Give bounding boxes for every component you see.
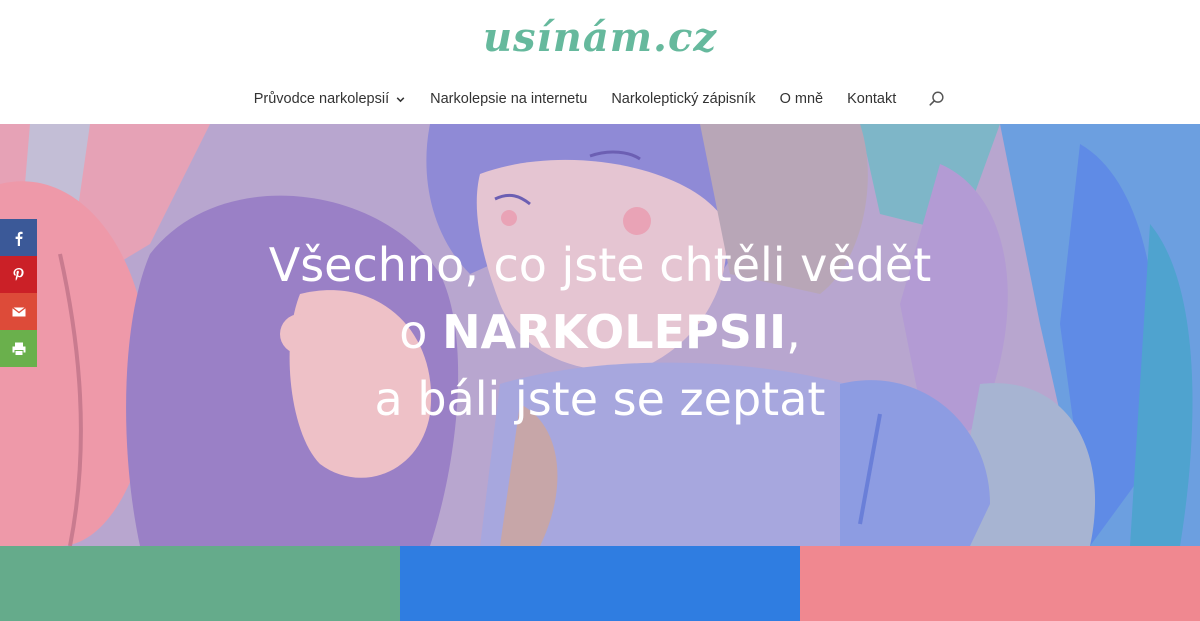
print-share-button[interactable] — [0, 330, 37, 367]
search-icon[interactable] — [928, 90, 946, 108]
site-logo[interactable]: usínám.cz — [0, 14, 1200, 61]
hero-line-3: a báli jste se zeptat — [374, 372, 826, 426]
nav-item-label: Narkolepsie na internetu — [430, 91, 588, 107]
hero-line-1: Všechno, co jste chtěli vědět — [268, 238, 932, 292]
feature-block-green[interactable] — [0, 546, 400, 621]
nav-item-zapisnik[interactable]: Narkoleptický zápisník — [611, 91, 755, 107]
feature-blocks — [0, 546, 1200, 621]
hero-line-2-bold: NARKOLEPSII — [442, 305, 787, 359]
nav-item-label: Průvodce narkolepsií — [253, 91, 390, 107]
hero-section: Všechno, co jste chtěli vědět o NARKOLEP… — [0, 124, 1200, 546]
hero-line-2-suffix: , — [786, 305, 801, 359]
hero-line-2: o NARKOLEPSII, — [0, 299, 1200, 366]
facebook-share-button[interactable] — [0, 219, 37, 256]
nav-item-label: Narkoleptický zápisník — [611, 91, 756, 107]
site-header: usínám.cz Průvodce narkolepsií Narkoleps… — [0, 0, 1200, 124]
social-share-bar — [0, 219, 37, 367]
hero-line-2-prefix: o — [399, 305, 443, 359]
email-icon — [11, 306, 26, 316]
feature-block-blue[interactable] — [400, 546, 800, 621]
pinterest-icon — [13, 267, 24, 281]
facebook-icon — [15, 231, 23, 246]
hero-heading: Všechno, co jste chtěli vědět o NARKOLEP… — [0, 232, 1200, 433]
email-share-button[interactable] — [0, 293, 37, 330]
nav-item-o-mne[interactable]: O mně — [780, 91, 824, 107]
nav-item-internet[interactable]: Narkolepsie na internetu — [430, 91, 587, 107]
pinterest-share-button[interactable] — [0, 256, 37, 293]
chevron-down-icon — [396, 96, 405, 102]
feature-block-pink[interactable] — [800, 546, 1200, 621]
nav-item-label: Kontakt — [847, 91, 897, 107]
nav-item-label: O mně — [779, 91, 824, 107]
nav-item-kontakt[interactable]: Kontakt — [847, 91, 896, 107]
main-nav: Průvodce narkolepsií Narkolepsie na inte… — [0, 90, 1200, 108]
print-icon — [12, 342, 25, 356]
nav-item-pruvodce[interactable]: Průvodce narkolepsií — [254, 91, 406, 107]
